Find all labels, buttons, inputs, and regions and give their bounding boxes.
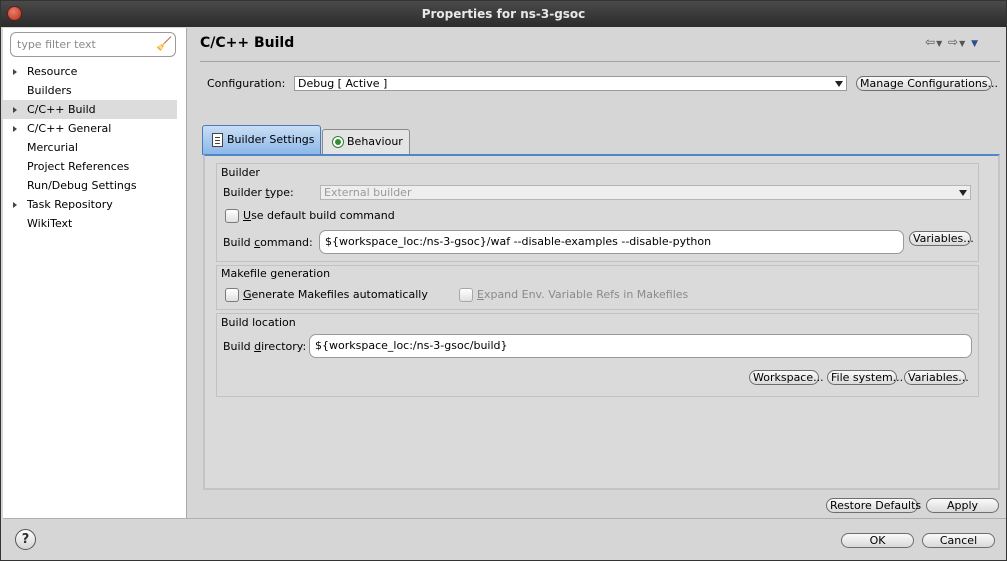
use-default-build-command-checkbox[interactable] (225, 209, 239, 223)
builder-group-title: Builder (221, 166, 260, 179)
back-arrow-icon[interactable]: ⇦ (925, 35, 936, 49)
filter-input[interactable]: type filter text 🧹 (10, 32, 176, 57)
property-tree: Resource Builders C/C++ Build C/C++ Gene… (3, 62, 187, 233)
use-default-build-command-label: Use default build command (243, 209, 395, 222)
label-part: enerate Makefiles automatically (251, 288, 428, 301)
mnemonic: U (243, 209, 252, 222)
build-command-label: Build command: (223, 236, 313, 249)
sidebar-item-label: Project References (27, 160, 130, 173)
sidebar-item-cc-build[interactable]: C/C++ Build (3, 100, 177, 119)
sidebar-item-cc-general[interactable]: C/C++ General (3, 119, 187, 138)
builder-type-label: Builder type: (223, 186, 294, 199)
sidebar-item-label: C/C++ Build (27, 103, 96, 116)
label-part: Build (223, 236, 255, 249)
tab-label: Behaviour (347, 135, 403, 148)
label-part: irectory: (261, 340, 307, 353)
configuration-value: Debug [ Active ] (298, 77, 388, 90)
sidebar-item-label: Builders (27, 84, 72, 97)
file-system-button[interactable]: File system... (827, 370, 903, 385)
footer-separator (3, 518, 1006, 519)
label-part: Build (223, 340, 255, 353)
label-part: Builder (223, 186, 266, 199)
sidebar-item-label: WikiText (27, 217, 73, 230)
sidebar-item-task-repository[interactable]: Task Repository (3, 195, 187, 214)
manage-configurations-button[interactable]: Manage Configurations... (856, 76, 998, 91)
window-title: Properties for ns-3-gsoc (421, 7, 586, 21)
help-icon[interactable]: ? (15, 529, 36, 550)
title-bar: Properties for ns-3-gsoc (1, 1, 1006, 27)
sidebar-item-mercurial[interactable]: Mercurial (3, 138, 187, 157)
chevron-down-icon (959, 190, 967, 196)
mnemonic: G (243, 288, 252, 301)
builder-type-value: External builder (324, 186, 412, 199)
chevron-down-icon (835, 81, 843, 87)
label-part: ommand: (260, 236, 313, 249)
label-part: xpand Env. Variable Refs in Makefiles (483, 288, 689, 301)
forward-arrow-icon[interactable]: ⇨ (948, 35, 959, 49)
tab-behaviour[interactable]: Behaviour (322, 129, 410, 155)
view-menu-chevron-down-icon[interactable]: ▼ (971, 39, 979, 49)
filter-placeholder: type filter text (17, 38, 96, 51)
properties-dialog: Properties for ns-3-gsoc type filter tex… (0, 0, 1007, 561)
mnemonic: E (477, 288, 484, 301)
tab-builder-settings[interactable]: Builder Settings (202, 125, 321, 155)
generate-makefiles-label: Generate Makefiles automatically (243, 288, 428, 301)
page-title: C/C++ Build (200, 35, 295, 51)
sidebar: type filter text 🧹 Resource Builders C/C… (3, 28, 187, 518)
build-directory-label: Build directory: (223, 340, 306, 353)
cancel-button[interactable]: Cancel (922, 533, 995, 548)
restore-defaults-button[interactable]: Restore Defaults (826, 498, 921, 513)
tab-label: Builder Settings (227, 133, 315, 146)
ok-button[interactable]: OK (841, 533, 914, 548)
label-part: se default build command (251, 209, 395, 222)
back-menu-chevron-down-icon[interactable]: ▼ (936, 39, 943, 48)
sidebar-item-run-debug-settings[interactable]: Run/Debug Settings (3, 176, 187, 195)
sidebar-item-wikitext[interactable]: WikiText (3, 214, 187, 233)
label-part: ype: (269, 186, 294, 199)
build-command-input[interactable]: ${workspace_loc:/ns-3-gsoc}/waf --disabl… (319, 230, 904, 254)
generate-makefiles-checkbox[interactable] (225, 288, 239, 302)
behaviour-icon (332, 136, 344, 148)
build-location-title: Build location (221, 316, 296, 329)
builder-type-select: External builder (320, 185, 971, 200)
sidebar-item-label: Mercurial (27, 141, 78, 154)
expand-triangle-icon[interactable] (13, 69, 17, 75)
build-directory-input[interactable]: ${workspace_loc:/ns-3-gsoc/build} (309, 334, 972, 358)
sidebar-item-project-references[interactable]: Project References (3, 157, 187, 176)
expand-triangle-icon[interactable] (13, 107, 17, 113)
sidebar-item-label: Task Repository (27, 198, 113, 211)
history-navigation: ⇦▼ ⇨▼ ▼ (925, 35, 997, 51)
build-command-variables-button[interactable]: Variables... (909, 231, 974, 246)
workspace-button[interactable]: Workspace... (749, 370, 824, 385)
expand-triangle-icon[interactable] (13, 202, 17, 208)
clear-filter-icon[interactable]: 🧹 (156, 36, 172, 53)
configuration-select[interactable]: Debug [ Active ] (294, 76, 847, 91)
apply-button[interactable]: Apply (926, 498, 999, 513)
makefile-generation-title: Makefile generation (221, 267, 331, 280)
document-icon (212, 133, 223, 147)
configuration-label: Configuration: (207, 77, 286, 90)
expand-env-refs-label: Expand Env. Variable Refs in Makefiles (477, 288, 688, 301)
sidebar-item-label: Resource (27, 65, 78, 78)
forward-menu-chevron-down-icon[interactable]: ▼ (959, 39, 966, 48)
expand-env-refs-checkbox (459, 288, 473, 302)
title-separator (200, 61, 1000, 62)
sidebar-item-builders[interactable]: Builders (3, 81, 187, 100)
expand-triangle-icon[interactable] (13, 126, 17, 132)
sidebar-item-label: Run/Debug Settings (27, 179, 137, 192)
close-window-button[interactable] (7, 6, 22, 21)
build-location-variables-button[interactable]: Variables... (904, 370, 969, 385)
sidebar-item-label: C/C++ General (27, 122, 112, 135)
sidebar-item-resource[interactable]: Resource (3, 62, 187, 81)
